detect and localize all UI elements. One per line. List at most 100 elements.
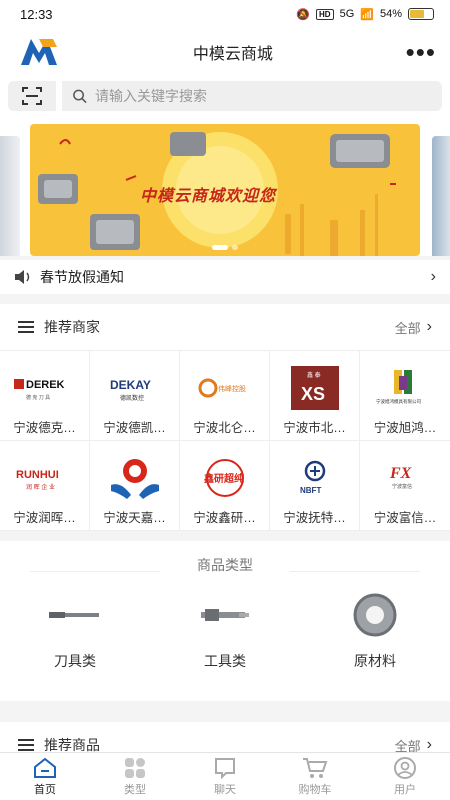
merchants-header: 推荐商家 全部 › — [0, 304, 450, 350]
svg-text:润 晖 企 业: 润 晖 企 业 — [26, 483, 55, 491]
merchant-item[interactable]: 宁波旭鸿模具有限公司 宁波旭鸿… — [360, 351, 450, 441]
category-item-tools[interactable]: 工具类 — [150, 585, 300, 671]
svg-text:德 克 刀 具: 德 克 刀 具 — [26, 394, 50, 401]
svg-text:德凯数控: 德凯数控 — [120, 394, 144, 402]
status-bar: 12:33 🔕 HD 5G 📶 54% — [0, 0, 450, 28]
cutting-tool-icon — [40, 585, 110, 645]
tab-label: 首页 — [34, 783, 56, 796]
category-label: 工具类 — [204, 653, 246, 669]
merchant-logo-dekay: DEKAY 德凯数控 — [104, 365, 166, 411]
hd-badge: HD — [316, 8, 334, 20]
merchant-logo-derek: DEREK 德 克 刀 具 — [13, 365, 76, 411]
merchant-name: 宁波旭鸿… — [373, 421, 437, 435]
merchant-item[interactable]: 伟峰控股 宁波北仑… — [180, 351, 270, 441]
merchant-logo-nbft: NBFT — [284, 455, 346, 501]
tool-icon — [190, 585, 260, 645]
category-label: 原材料 — [354, 653, 396, 669]
merchant-item[interactable]: FX 宁波富信 宁波富信… — [360, 441, 450, 531]
svg-text:伟峰控股: 伟峰控股 — [218, 384, 246, 393]
category-title: 商品类型 — [0, 541, 450, 575]
material-icon — [340, 585, 410, 645]
merchant-item[interactable]: 宁波天嘉… — [90, 441, 180, 531]
svg-text:DEKAY: DEKAY — [110, 378, 151, 392]
more-options-button[interactable]: ••• — [406, 39, 436, 65]
merchant-grid: DEREK 德 克 刀 具 宁波德克… DEKAY 德凯数控 宁波德凯… 伟峰控… — [0, 350, 450, 531]
svg-text:宁波富信: 宁波富信 — [392, 483, 412, 490]
merchant-item[interactable]: DEREK 德 克 刀 具 宁波德克… — [0, 351, 90, 441]
merchant-name: 宁波天嘉… — [103, 511, 166, 525]
merchant-name: 宁波北仑… — [193, 421, 256, 435]
user-icon — [394, 756, 416, 779]
tab-cart[interactable]: 购物车 — [270, 753, 360, 800]
scan-button[interactable] — [8, 81, 56, 111]
category-item-tools-cutting[interactable]: 刀具类 — [0, 585, 150, 671]
category-section: 商品类型 刀具类 工具类 原材料 — [0, 541, 450, 701]
svg-text:FX: FX — [389, 465, 412, 482]
notice-text: 春节放假通知 — [40, 269, 124, 285]
tab-label: 类型 — [124, 783, 146, 796]
banner-prev-slide[interactable] — [0, 136, 20, 256]
tab-chat[interactable]: 聊天 — [180, 753, 270, 800]
carousel-dot-active — [212, 245, 228, 250]
merchants-view-all-button[interactable]: 全部 — [395, 318, 421, 337]
merchant-item[interactable]: 鑫 泰 XS 宁波市北… — [270, 351, 360, 441]
search-field[interactable] — [62, 81, 442, 111]
merchant-name: 宁波润晖… — [13, 511, 76, 525]
battery-icon — [408, 8, 434, 20]
tab-category[interactable]: 类型 — [90, 753, 180, 800]
merchant-name: 宁波德克… — [13, 421, 76, 435]
speaker-icon — [15, 270, 30, 284]
svg-text:DEREK: DEREK — [26, 379, 65, 391]
search-icon — [73, 89, 87, 104]
battery-percent: 54% — [379, 8, 402, 20]
carousel-dot — [232, 245, 238, 250]
svg-text:鑫研超纯: 鑫研超纯 — [203, 472, 244, 485]
page-title: 中模云商城 — [192, 46, 273, 63]
merchant-logo-xuhong: 宁波旭鸿模具有限公司 — [374, 365, 436, 411]
banner-text: 中模云商城欢迎您 — [140, 188, 277, 205]
merchant-item[interactable]: NBFT 宁波抚特… — [270, 441, 360, 531]
banner-carousel[interactable]: 中模云商城欢迎您 — [0, 116, 450, 256]
merchant-logo-xinyan: 鑫研超纯 — [194, 455, 256, 501]
svg-text:宁波旭鸿模具有限公司: 宁波旭鸿模具有限公司 — [376, 398, 421, 405]
tab-home[interactable]: 首页 — [0, 753, 90, 800]
merchant-item[interactable]: DEKAY 德凯数控 宁波德凯… — [90, 351, 180, 441]
merchant-item[interactable]: 鑫研超纯 宁波鑫研… — [180, 441, 270, 531]
merchant-logo-tianjia — [104, 455, 166, 501]
banner-slide[interactable]: 中模云商城欢迎您 — [30, 124, 420, 256]
wifi-icon: 📶 — [360, 8, 374, 21]
chat-icon — [215, 757, 235, 779]
search-input[interactable] — [95, 88, 442, 104]
mute-icon: 🔕 — [296, 8, 311, 21]
brand-logo-icon — [18, 35, 60, 69]
chevron-right-icon[interactable]: › — [427, 318, 432, 336]
category-item-materials[interactable]: 原材料 — [300, 585, 450, 671]
svg-text:鑫 泰: 鑫 泰 — [307, 371, 321, 379]
svg-text:XS: XS — [301, 384, 325, 404]
merchant-name: 宁波市北… — [283, 421, 346, 435]
category-label: 刀具类 — [54, 653, 96, 669]
tab-label: 购物车 — [298, 783, 332, 796]
bottom-tab-bar: 首页 类型 聊天 购物车 用户 — [0, 752, 450, 800]
chevron-right-icon: › — [430, 268, 436, 285]
category-list: 刀具类 工具类 原材料 — [0, 585, 450, 671]
merchant-logo-xs: 鑫 泰 XS — [284, 365, 346, 411]
merchant-logo-weifeng: 伟峰控股 — [194, 365, 256, 411]
app-header: 中模云商城 ••• — [0, 28, 450, 76]
network-label: 5G — [339, 8, 355, 20]
menu-icon — [18, 739, 34, 751]
merchant-item[interactable]: RUNHUI 润 晖 企 业 宁波润晖… — [0, 441, 90, 531]
grid-icon — [125, 757, 145, 778]
notice-bar[interactable]: 春节放假通知 › — [0, 260, 450, 294]
carousel-indicator — [212, 245, 238, 250]
svg-text:RUNHUI: RUNHUI — [16, 469, 59, 481]
tab-user[interactable]: 用户 — [360, 753, 450, 800]
tab-label: 聊天 — [214, 783, 236, 796]
status-time: 12:33 — [20, 6, 53, 22]
home-icon — [34, 757, 56, 778]
merchant-name: 宁波德凯… — [103, 421, 166, 435]
merchants-title: 推荐商家 — [44, 319, 100, 335]
banner-next-slide[interactable] — [432, 136, 450, 256]
cart-icon — [303, 757, 328, 778]
status-icons: 🔕 HD 5G 📶 54% — [296, 8, 434, 21]
